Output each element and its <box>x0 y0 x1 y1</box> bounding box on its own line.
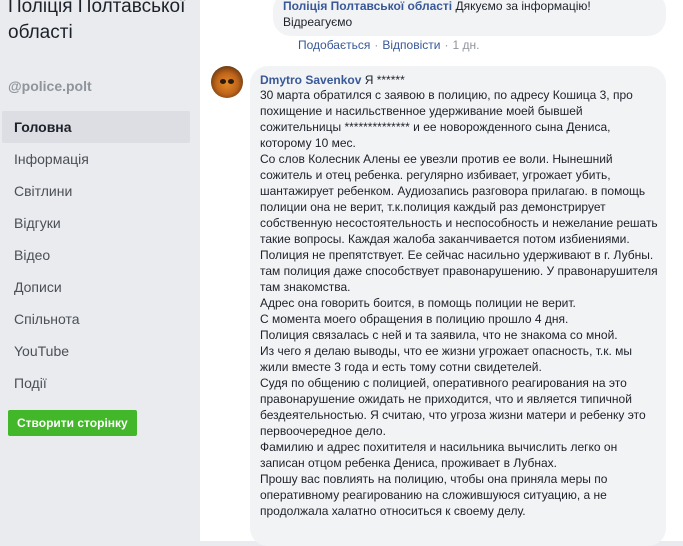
timestamp[interactable]: 1 дн. <box>452 38 479 52</box>
separator-dot: · <box>374 38 379 52</box>
nav-item-posts[interactable]: Дописи <box>2 271 187 303</box>
nav-item-reviews[interactable]: Відгуки <box>2 207 187 239</box>
comment-paragraph: 30 марта обратился с заявою в полицию, п… <box>260 88 633 150</box>
comment-paragraph: Адрес она говорить боится, в помощь поли… <box>260 296 576 310</box>
avatar-detail <box>228 79 234 84</box>
like-link[interactable]: Подобається <box>298 38 370 52</box>
nav-item-youtube[interactable]: YouTube <box>2 335 187 367</box>
comment-header: Dmytro Savenkov Я ****** <box>260 72 405 88</box>
comment-paragraph: Фамилию и адрес похитителя и насильника … <box>260 440 618 470</box>
reply-link[interactable]: Відповісти <box>382 38 440 52</box>
separator-dot: · <box>444 38 449 52</box>
comment-paragraph: Со слов Колесник Алены ее увезли против … <box>260 152 658 294</box>
page-nav: Головна Інформація Світлини Відгуки Віде… <box>0 111 200 399</box>
comment-author-link[interactable]: Dmytro Savenkov <box>260 73 361 87</box>
reply-author-link[interactable]: Поліція Полтавської області <box>283 0 452 13</box>
reply-actions: Подобається · Відповісти · 1 дн. <box>298 38 479 52</box>
nav-item-photos[interactable]: Світлини <box>2 175 187 207</box>
comment-paragraph: Полиция связалась с ней и та заявила, чт… <box>260 328 618 342</box>
avatar[interactable] <box>211 66 243 98</box>
comment-paragraph: С момента моего обращения в полицию прош… <box>260 312 569 326</box>
nav-item-home[interactable]: Головна <box>2 111 190 143</box>
create-page-button[interactable]: Створити сторінку <box>8 410 137 436</box>
reply-comment-bubble: Поліція Полтавської області Дякуємо за і… <box>273 0 666 36</box>
reply-comment-text: Поліція Полтавської області Дякуємо за і… <box>283 0 653 30</box>
page-title[interactable]: Поліція Полтавської області <box>8 0 188 46</box>
comment-bubble: Dmytro Savenkov Я ****** 30 марта обрати… <box>250 66 666 546</box>
nav-item-videos[interactable]: Відео <box>2 239 187 271</box>
comment-greeting: Я ****** <box>364 73 405 87</box>
page-sidebar: Поліція Полтавської області @police.polt… <box>0 0 200 541</box>
comment-paragraph: Судя по общению с полицией, оперативного… <box>260 376 646 438</box>
page-handle[interactable]: @police.polt <box>8 78 92 94</box>
nav-item-community[interactable]: Спільнота <box>2 303 187 335</box>
comment-paragraph: Прошу вас повлиять на полицию, чтобы она… <box>260 472 608 518</box>
nav-item-info[interactable]: Інформація <box>2 143 187 175</box>
comment-paragraph: Из чего я делаю выводы, что ее жизни угр… <box>260 344 633 374</box>
nav-item-events[interactable]: Події <box>2 367 187 399</box>
comment-body: 30 марта обратился с заявою в полицию, п… <box>260 87 660 519</box>
avatar-detail <box>220 79 226 84</box>
